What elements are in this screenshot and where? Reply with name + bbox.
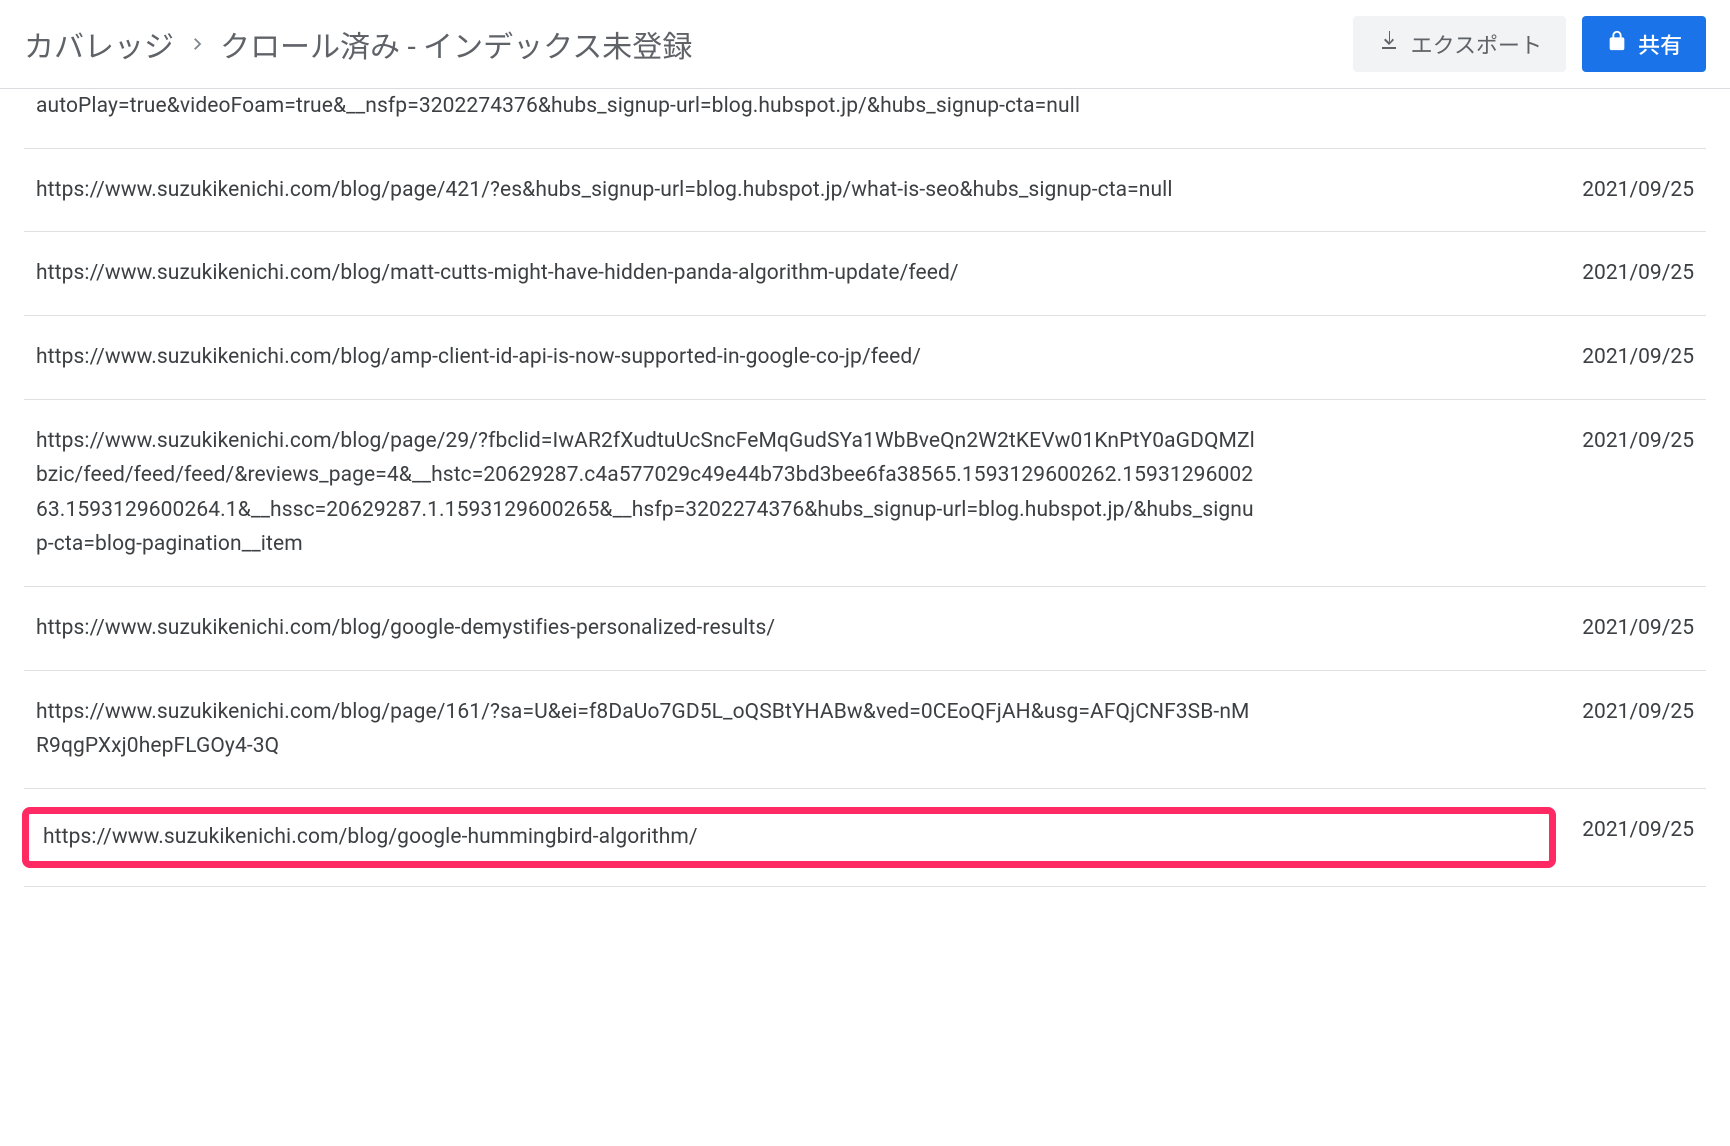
- table-row[interactable]: https://www.suzukikenichi.com/blog/page/…: [24, 400, 1706, 588]
- date-cell: 2021/09/25: [1542, 340, 1694, 375]
- url-cell[interactable]: https://www.suzukikenichi.com/blog/googl…: [36, 611, 1256, 646]
- table-row[interactable]: https://www.suzukikenichi.com/blog/amp-c…: [24, 316, 1706, 400]
- breadcrumb: カバレッジ クロール済み - インデックス未登録: [24, 22, 692, 66]
- breadcrumb-current: クロール済み - インデックス未登録: [220, 22, 692, 66]
- export-label: エクスポート: [1411, 28, 1542, 60]
- header-actions: エクスポート 共有: [1353, 16, 1706, 72]
- url-cell[interactable]: https://www.suzukikenichi.com/blog/matt-…: [36, 256, 1256, 291]
- date-cell: 2021/09/25: [1542, 424, 1694, 459]
- url-cell[interactable]: https://www.suzukikenichi.com/blog/page/…: [36, 173, 1256, 208]
- url-cell[interactable]: autoPlay=true&videoFoam=true&__nsfp=3202…: [36, 89, 1256, 124]
- url-table: autoPlay=true&videoFoam=true&__nsfp=3202…: [0, 89, 1730, 887]
- date-cell: 2021/09/25: [1542, 256, 1694, 291]
- lock-icon: [1606, 30, 1628, 58]
- date-cell: 2021/09/25: [1542, 173, 1694, 208]
- download-icon: [1377, 29, 1401, 59]
- share-label: 共有: [1638, 28, 1682, 60]
- url-cell[interactable]: https://www.suzukikenichi.com/blog/page/…: [36, 424, 1256, 563]
- table-row[interactable]: https://www.suzukikenichi.com/blog/googl…: [24, 587, 1706, 671]
- table-row[interactable]: https://www.suzukikenichi.com/blog/googl…: [24, 789, 1706, 887]
- table-row[interactable]: https://www.suzukikenichi.com/blog/page/…: [24, 149, 1706, 233]
- share-button[interactable]: 共有: [1582, 16, 1706, 72]
- export-button[interactable]: エクスポート: [1353, 16, 1566, 72]
- chevron-right-icon: [188, 30, 206, 58]
- breadcrumb-root[interactable]: カバレッジ: [24, 22, 174, 66]
- date-cell: 2021/09/25: [1542, 695, 1694, 730]
- url-cell[interactable]: https://www.suzukikenichi.com/blog/page/…: [36, 695, 1256, 764]
- date-cell: 2021/09/25: [1542, 611, 1694, 646]
- table-row[interactable]: https://www.suzukikenichi.com/blog/matt-…: [24, 232, 1706, 316]
- url-cell[interactable]: https://www.suzukikenichi.com/blog/googl…: [22, 807, 1556, 868]
- page-header: カバレッジ クロール済み - インデックス未登録 エクスポート 共有: [0, 0, 1730, 89]
- table-row[interactable]: autoPlay=true&videoFoam=true&__nsfp=3202…: [24, 89, 1706, 149]
- date-cell: 2021/09/25: [1542, 813, 1694, 848]
- table-row[interactable]: https://www.suzukikenichi.com/blog/page/…: [24, 671, 1706, 789]
- url-cell[interactable]: https://www.suzukikenichi.com/blog/amp-c…: [36, 340, 1256, 375]
